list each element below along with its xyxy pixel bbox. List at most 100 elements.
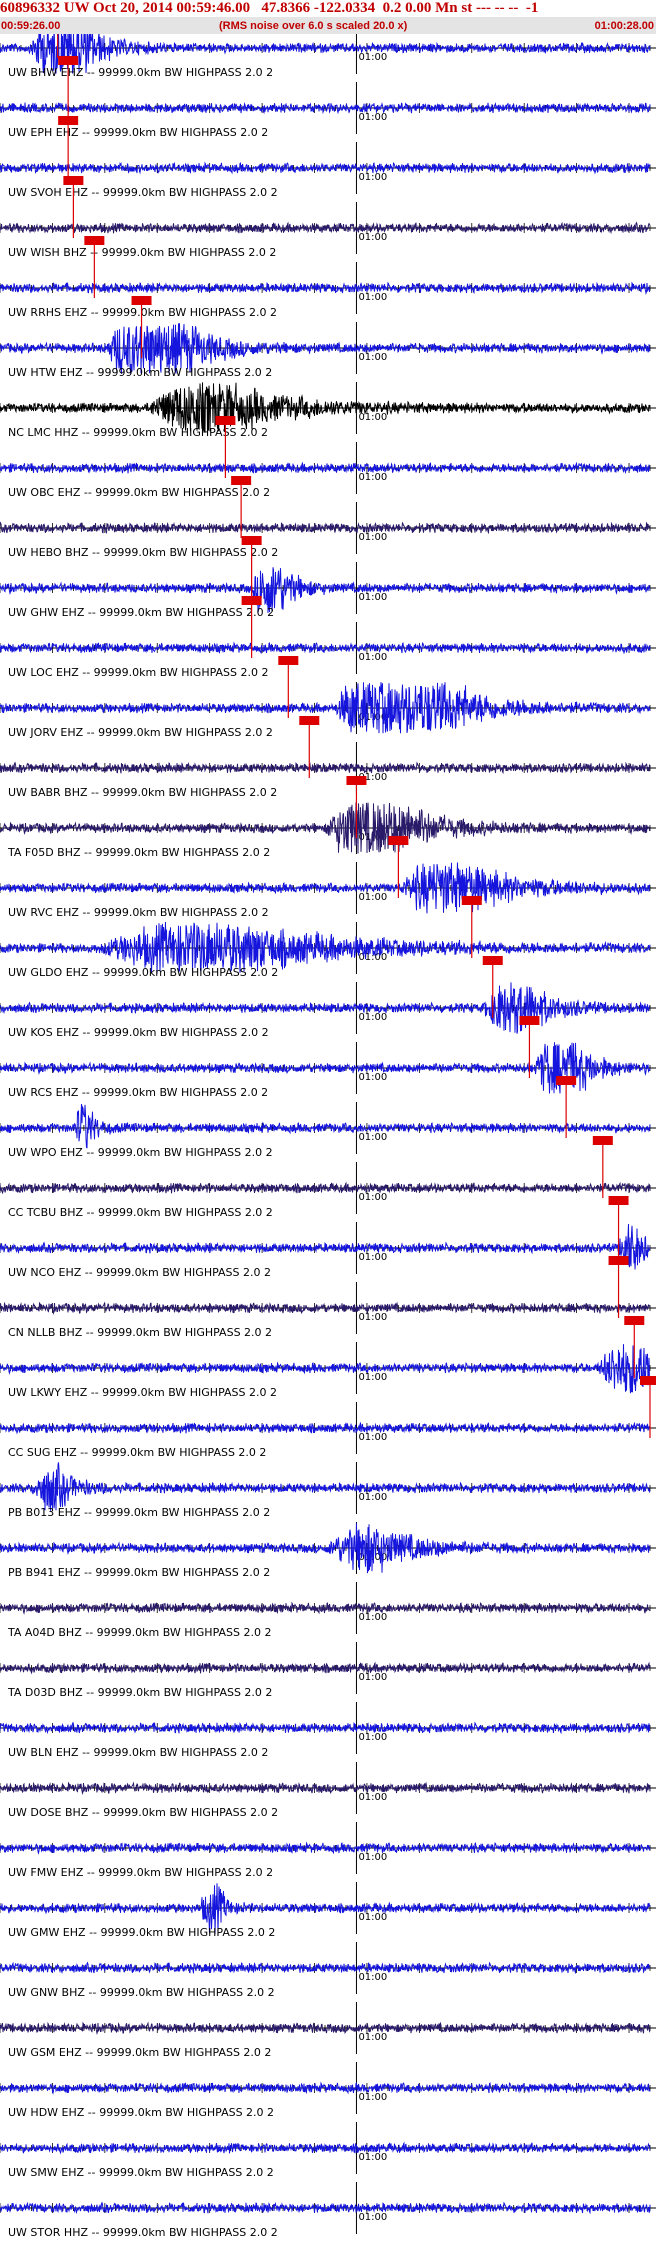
station-label: UW LOC EHZ -- 99999.0km BW HIGHPASS 2.0 … bbox=[8, 666, 269, 679]
trace-31: 01:00 UW GMW EHZ -- 99999.0km BW HIGHPASS… bbox=[0, 1882, 656, 1939]
minute-label: 01:00 bbox=[358, 1492, 387, 1503]
end-time: 01:00:28.00 bbox=[594, 20, 654, 32]
pick-marker bbox=[241, 596, 262, 605]
pick-marker bbox=[131, 296, 152, 305]
waveform bbox=[0, 1103, 651, 1149]
trace-26: 01:00 TA A04D BHZ -- 99999.0km BW HIGHPAS… bbox=[0, 1582, 656, 1639]
minute-label: 01:00 bbox=[358, 1612, 387, 1623]
station-label: UW OBC EHZ -- 99999.0km BW HIGHPASS 2.0 … bbox=[8, 486, 270, 499]
station-label: UW STOR HHZ -- 99999.0km BW HIGHPASS 2.0… bbox=[8, 2226, 278, 2239]
minute-label: 01:00 bbox=[358, 412, 387, 423]
waveform bbox=[0, 1961, 651, 1975]
minute-label: 01:00 bbox=[358, 352, 387, 363]
pick-marker bbox=[608, 1256, 629, 1265]
waveform bbox=[0, 2201, 651, 2215]
waveform bbox=[0, 1661, 651, 1675]
station-label: CC TCBU BHZ -- 99999.0km BW HIGHPASS 2.0… bbox=[8, 1206, 273, 1219]
station-label: UW NCO EHZ -- 99999.0km BW HIGHPASS 2.0 … bbox=[8, 1266, 271, 1279]
minute-label: 01:00 bbox=[358, 232, 387, 243]
station-label: UW HDW EHZ -- 99999.0km BW HIGHPASS 2.0 … bbox=[8, 2106, 274, 2119]
station-label: UW HTW EHZ -- 99999.0km BW HIGHPASS 2.0 … bbox=[8, 366, 272, 379]
minute-label: 01:00 bbox=[358, 1012, 387, 1023]
pick-marker bbox=[556, 1076, 577, 1085]
station-label: CC SUG EHZ -- 99999.0km BW HIGHPASS 2.0 … bbox=[8, 1446, 266, 1459]
trace-30: 01:00 UW FMW EHZ -- 99999.0km BW HIGHPASS… bbox=[0, 1822, 656, 1879]
waveform bbox=[0, 1601, 651, 1615]
minute-label: 01:00 bbox=[358, 112, 387, 123]
trace-34: 01:00 UW HDW EHZ -- 99999.0km BW HIGHPASS… bbox=[0, 2062, 656, 2119]
pick-marker bbox=[84, 236, 105, 245]
pick-marker bbox=[388, 836, 409, 845]
event-title: 60896332 UW Oct 20, 2014 00:59:46.00 47.… bbox=[0, 0, 656, 17]
minute-label: 01:00 bbox=[358, 1072, 387, 1083]
station-label: UW GMW EHZ -- 99999.0km BW HIGHPASS 2.0 … bbox=[8, 1926, 275, 1939]
minute-label: 01:00 bbox=[358, 2092, 387, 2103]
pick-marker bbox=[215, 416, 236, 425]
minute-label: 01:00 bbox=[358, 1912, 387, 1923]
pick-marker bbox=[640, 1376, 656, 1385]
trace-25: 01:00PB B941 EHZ -- 99999.0km BW HIGHPAS… bbox=[0, 1522, 656, 1579]
station-label: UW BLN EHZ -- 99999.0km BW HIGHPASS 2.0 … bbox=[8, 1746, 268, 1759]
station-label: UW HEBO BHZ -- 99999.0km BW HIGHPASS 2.0… bbox=[8, 546, 278, 559]
minute-label: 01:00 bbox=[358, 2152, 387, 2163]
waveform bbox=[0, 221, 651, 235]
station-label: UW RVC EHZ -- 99999.0km BW HIGHPASS 2.0 … bbox=[8, 906, 269, 919]
station-label: UW RCS EHZ -- 99999.0km BW HIGHPASS 2.0 … bbox=[8, 1086, 268, 1099]
station-label: UW SVOH EHZ -- 99999.0km BW HIGHPASS 2.0… bbox=[8, 186, 278, 199]
minute-label: 01:00 bbox=[358, 2032, 387, 2043]
pick-marker bbox=[278, 656, 299, 665]
waveform bbox=[0, 1421, 651, 1435]
minute-label: 01:00 bbox=[358, 52, 387, 63]
trace-27: 01:00 TA D03D BHZ -- 99999.0km BW HIGHPAS… bbox=[0, 1642, 656, 1699]
station-label: TA D03D BHZ -- 99999.0km BW HIGHPASS 2.0… bbox=[7, 1686, 272, 1699]
trace-33: 01:00 UW GSM EHZ -- 99999.0km BW HIGHPASS… bbox=[0, 2002, 656, 2059]
minute-label: 01:00 bbox=[358, 1672, 387, 1683]
station-label: UW GSM EHZ -- 99999.0km BW HIGHPASS 2.0 … bbox=[8, 2046, 271, 2059]
minute-label: 01:00 bbox=[358, 1732, 387, 1743]
station-label: UW RRHS EHZ -- 99999.0km BW HIGHPASS 2.0… bbox=[8, 306, 277, 319]
minute-label: 01:00 bbox=[358, 892, 387, 903]
pick-marker bbox=[241, 536, 262, 545]
station-label: PB B013 EHZ -- 99999.0km BW HIGHPASS 2.0… bbox=[8, 1506, 270, 1519]
station-label: UW BHW EHZ -- 99999.0km BW HIGHPASS 2.0 … bbox=[8, 66, 273, 79]
pick-marker bbox=[624, 1316, 645, 1325]
station-label: PB B941 EHZ -- 99999.0km BW HIGHPASS 2.0… bbox=[8, 1566, 270, 1579]
minute-label: 01:00 bbox=[358, 1372, 387, 1383]
minute-label: 01:00 bbox=[358, 472, 387, 483]
station-label: TA A04D BHZ -- 99999.0km BW HIGHPASS 2.0… bbox=[7, 1626, 271, 1639]
station-label: UW WISH BHZ -- 99999.0km BW HIGHPASS 2.0… bbox=[8, 246, 276, 259]
pick-marker bbox=[461, 896, 482, 905]
trace-0: 01:00 UW BHW EHZ -- 99999.0km BW HIGHPASS… bbox=[0, 34, 656, 79]
pick-marker bbox=[299, 716, 320, 725]
minute-label: 01:00 bbox=[358, 532, 387, 543]
station-label: UW FMW EHZ -- 99999.0km BW HIGHPASS 2.0 … bbox=[8, 1866, 273, 1879]
trace-24: 01:00 PB B013 EHZ -- 99999.0km BW HIGHPAS… bbox=[0, 1462, 656, 1519]
station-label: UW GLDO EHZ -- 99999.0km BW HIGHPASS 2.0… bbox=[8, 966, 278, 979]
trace-6: 01:00 NC LMC HHZ -- 99999.0km BW HIGHPASS… bbox=[0, 382, 656, 439]
waveform bbox=[0, 281, 651, 296]
waveform bbox=[0, 1781, 651, 1796]
waveform bbox=[0, 1721, 651, 1735]
pick-marker bbox=[231, 476, 252, 485]
pick-marker bbox=[346, 776, 367, 785]
station-label: UW SMW EHZ -- 99999.0km BW HIGHPASS 2.0 … bbox=[8, 2166, 274, 2179]
minute-label: 01:00 bbox=[358, 652, 387, 663]
pick-marker bbox=[58, 116, 79, 125]
station-label: UW GNW BHZ -- 99999.0km BW HIGHPASS 2.0 … bbox=[8, 1986, 275, 1999]
pick-marker bbox=[63, 176, 84, 185]
minute-label: 01:00 bbox=[358, 1792, 387, 1803]
seismogram-plot: 01:00 UW BHW EHZ -- 99999.0km BW HIGHPASS… bbox=[0, 34, 656, 2239]
station-label: UW JORV EHZ -- 99999.0km BW HIGHPASS 2.0… bbox=[8, 726, 273, 739]
station-label: NC LMC HHZ -- 99999.0km BW HIGHPASS 2.0 … bbox=[8, 426, 268, 439]
minute-label: 01:00 bbox=[358, 1312, 387, 1323]
station-label: TA F05D BHZ -- 99999.0km BW HIGHPASS 2.0… bbox=[7, 846, 270, 859]
minute-label: 01:00 bbox=[358, 1852, 387, 1863]
station-label: UW DOSE BHZ -- 99999.0km BW HIGHPASS 2.0… bbox=[8, 1806, 278, 1819]
minute-label: 01:00 bbox=[358, 1432, 387, 1443]
minute-label: 01:00 bbox=[358, 1972, 387, 1983]
pick-marker bbox=[58, 56, 79, 65]
pick-marker bbox=[592, 1136, 613, 1145]
station-label: UW KOS EHZ -- 99999.0km BW HIGHPASS 2.0 … bbox=[8, 1026, 269, 1039]
minute-label: 01:00 bbox=[358, 1192, 387, 1203]
trace-29: 01:00 UW DOSE BHZ -- 99999.0km BW HIGHPAS… bbox=[0, 1762, 656, 1819]
